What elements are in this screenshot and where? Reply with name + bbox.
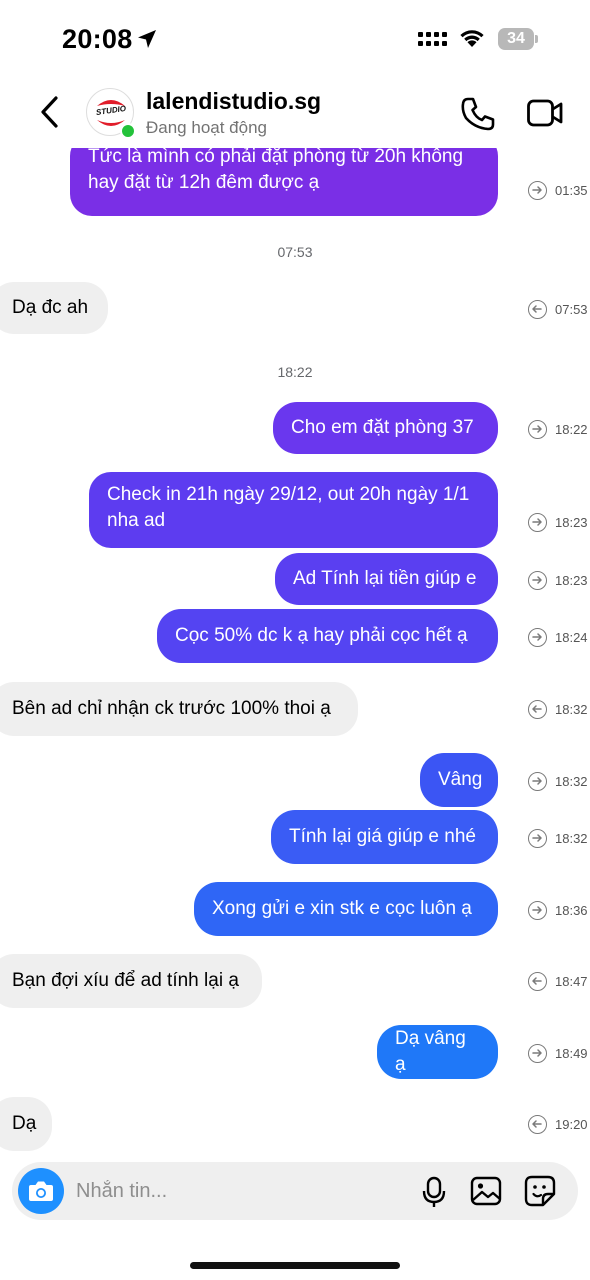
video-camera-icon[interactable] [526,96,564,130]
message-text: Ad Tính lại tiền giúp e [293,568,477,589]
message-time: 07:53 [555,301,588,317]
outgoing-message[interactable]: Tức là mình có phải đặt phòng từ 20h khô… [70,148,498,216]
message-text: Xong gửi e xin stk e cọc luôn ạ [212,898,472,919]
reply-arrow-icon[interactable] [528,828,547,848]
message-meta: 18:22 [528,419,588,439]
message-text: Tính lại giá giúp e nhé [289,826,476,847]
message-time: 19:20 [555,1116,588,1132]
message-text: Dạ [12,1113,37,1134]
reply-arrow-icon[interactable] [528,900,547,920]
message-text: Check in 21h ngày 29/12, out 20h ngày 1/… [107,484,470,531]
message-time: 18:22 [555,421,588,437]
reply-arrow-icon[interactable] [528,299,547,319]
message-meta: 18:47 [528,971,588,991]
outgoing-message[interactable]: Dạ vâng ạ [377,1025,498,1079]
message-time: 18:32 [555,701,588,717]
reply-arrow-icon[interactable] [528,419,547,439]
message-time: 01:35 [555,182,588,198]
reply-arrow-icon[interactable] [528,771,547,791]
chat-header: STUDIO lalendistudio.sg Đang hoạt động [0,80,590,148]
message-meta: 18:23 [528,512,588,532]
message-meta: 18:24 [528,627,588,647]
incoming-message[interactable]: Bên ad chỉ nhận ck trước 100% thoi ạ [0,682,358,736]
message-meta: 18:23 [528,570,588,590]
message-time: 18:47 [555,973,588,989]
message-text: Tức là mình có phải đặt phòng từ 20h khô… [88,148,464,193]
reply-arrow-icon[interactable] [528,699,547,719]
message-text: Cho em đặt phòng 37 [291,417,474,438]
outgoing-message[interactable]: Ad Tính lại tiền giúp e [275,553,498,605]
message-list[interactable]: Tức là mình có phải đặt phòng từ 20h khô… [0,148,590,1158]
outgoing-message[interactable]: Check in 21h ngày 29/12, out 20h ngày 1/… [89,472,498,548]
profile-name[interactable]: lalendistudio.sg [146,88,321,115]
reply-arrow-icon[interactable] [528,512,547,532]
phone-icon[interactable] [460,96,496,132]
message-meta: 07:53 [528,299,588,319]
message-time: 18:32 [555,773,588,789]
avatar[interactable]: STUDIO [86,88,136,139]
message-meta: 18:36 [528,900,588,920]
message-text: Bạn đợi xíu để ad tính lại ạ [12,970,239,991]
incoming-message[interactable]: Bạn đợi xíu để ad tính lại ạ [0,954,262,1008]
reply-arrow-icon[interactable] [528,570,547,590]
location-arrow-icon [138,30,156,48]
message-time: 18:32 [555,830,588,846]
time-separator: 18:22 [277,364,313,380]
outgoing-message[interactable]: Cọc 50% dc k ạ hay phải cọc hết ạ [157,609,498,663]
reply-arrow-icon[interactable] [528,180,547,200]
back-icon[interactable] [36,94,66,130]
camera-button[interactable] [18,1168,64,1214]
message-meta: 18:32 [528,828,588,848]
message-time: 18:23 [555,514,588,530]
incoming-message[interactable]: Dạ đc ah [0,282,108,334]
message-meta: 19:20 [528,1114,588,1134]
message-meta: 18:32 [528,699,588,719]
message-composer [12,1162,578,1220]
message-text: Dạ đc ah [12,297,89,318]
outgoing-message[interactable]: Xong gửi e xin stk e cọc luôn ạ [194,882,498,936]
sticker-icon[interactable] [524,1175,556,1207]
message-meta: 18:49 [528,1043,588,1063]
home-indicator[interactable] [190,1262,400,1269]
outgoing-message[interactable]: Cho em đặt phòng 37 [273,402,498,454]
message-input[interactable] [76,1162,396,1220]
reply-arrow-icon[interactable] [528,1114,547,1134]
message-meta: 01:35 [528,180,588,200]
gallery-icon[interactable] [470,1176,502,1206]
message-time: 18:49 [555,1045,588,1061]
microphone-icon[interactable] [422,1176,446,1208]
signal-icon [418,32,447,46]
status-time: 20:08 [62,24,133,54]
outgoing-message[interactable]: Tính lại giá giúp e nhé [271,810,498,864]
message-text: Vâng [438,769,483,790]
battery-icon: 34 [498,28,538,50]
wifi-icon [460,30,484,47]
reply-arrow-icon[interactable] [528,971,547,991]
camera-icon [29,1181,53,1201]
reply-arrow-icon[interactable] [528,627,547,647]
message-time: 18:36 [555,902,588,918]
message-time: 18:23 [555,572,588,588]
message-meta: 18:32 [528,771,588,791]
status-bar: 20:08 34 [0,0,590,80]
time-separator: 07:53 [277,244,313,260]
reply-arrow-icon[interactable] [528,1043,547,1063]
outgoing-message[interactable]: Vâng [420,753,498,807]
message-text: Cọc 50% dc k ạ hay phải cọc hết ạ [175,625,468,646]
online-indicator [120,123,136,139]
message-text: Dạ vâng ạ [395,1028,466,1075]
active-status: Đang hoạt động [146,118,267,137]
incoming-message[interactable]: Dạ [0,1097,52,1151]
battery-level: 34 [507,30,525,47]
message-time: 18:24 [555,629,588,645]
message-text: Bên ad chỉ nhận ck trước 100% thoi ạ [12,698,331,719]
